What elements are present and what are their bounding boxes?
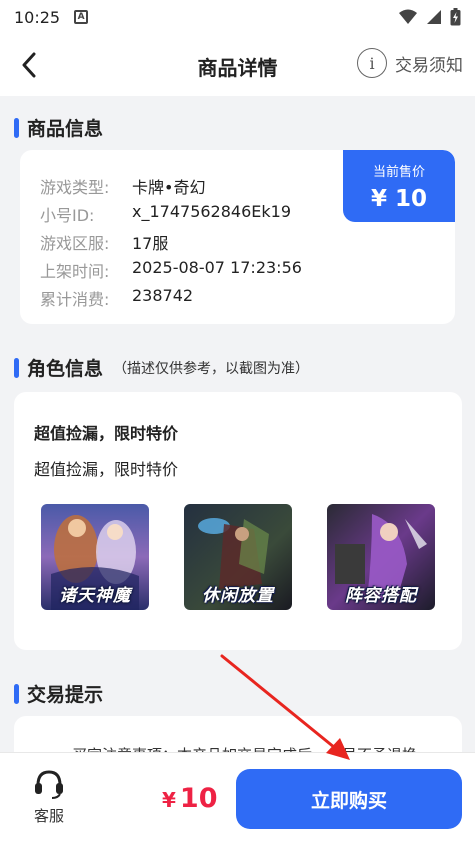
back-arrow-icon — [22, 52, 36, 78]
headset-icon — [35, 770, 63, 799]
role-section-note: （描述仅供参考，以截图为准） — [113, 360, 310, 377]
notification-a-icon: A — [74, 10, 89, 24]
screenshot-thumbnail[interactable]: 休闲放置 — [184, 504, 292, 610]
section-accent-bar — [14, 683, 19, 704]
customer-service-label: 客服 — [33, 807, 64, 825]
role-section-title: 角色信息 — [27, 358, 104, 380]
customer-service-button[interactable]: 客服 — [18, 767, 80, 833]
role-info-card: 超值捡漏，限时特价 超值捡漏，限时特价 诸天神魔 休闲放置 阵容搭配 — [14, 392, 462, 650]
info-row-game-type: 游戏类型: 卡牌•奇幻 — [40, 174, 205, 198]
trade-notice-label: 交易须知 — [395, 55, 463, 76]
thumbnail-caption: 休闲放置 — [202, 586, 274, 606]
info-row-total-spend: 累计消费: 238742 — [40, 286, 193, 310]
role-title: 超值捡漏，限时特价 — [34, 424, 179, 443]
price-badge-label: 当前售价 — [372, 165, 425, 180]
info-key: 累计消费: — [40, 290, 110, 309]
info-key: 小号ID: — [40, 206, 95, 225]
trade-section-title: 交易提示 — [27, 684, 104, 706]
price-badge-value: ¥ 10 — [370, 186, 428, 212]
info-value: x_1747562846Ek19 — [132, 202, 291, 221]
navbar: 商品详情 i 交易须知 — [0, 34, 475, 96]
status-bar: 10:25 A — [0, 0, 475, 34]
screenshot-thumbnail[interactable]: 阵容搭配 — [327, 504, 435, 610]
info-value: 卡牌•奇幻 — [132, 178, 206, 197]
buy-now-button[interactable]: 立即购买 — [236, 769, 462, 829]
section-accent-bar — [14, 357, 19, 378]
info-icon: i — [357, 48, 387, 78]
role-section-header: 角色信息 （描述仅供参考，以截图为准） — [14, 354, 309, 381]
battery-icon — [450, 8, 461, 26]
bottom-action-bar: 客服 ¥ 10 立即购买 — [0, 752, 475, 844]
info-row-listed-time: 上架时间: 2025-08-07 17:23:56 — [40, 258, 302, 282]
role-description: 超值捡漏，限时特价 — [34, 460, 179, 479]
info-key: 上架时间: — [40, 262, 110, 281]
info-row-server: 游戏区服: 17服 — [40, 230, 168, 254]
info-row-account-id: 小号ID: x_1747562846Ek19 — [40, 202, 291, 226]
info-value: 17服 — [132, 234, 169, 253]
product-info-card: 游戏类型: 卡牌•奇幻 小号ID: x_1747562846Ek19 游戏区服:… — [20, 150, 455, 324]
wifi-icon — [399, 9, 417, 24]
back-button[interactable] — [14, 50, 44, 80]
info-value: 2025-08-07 17:23:56 — [132, 258, 302, 277]
trade-notice-button[interactable]: i 交易须知 — [357, 48, 463, 78]
screenshot-thumbnail[interactable]: 诸天神魔 — [41, 504, 149, 610]
product-section-title: 商品信息 — [27, 118, 104, 140]
info-key: 游戏类型: — [40, 178, 110, 197]
section-accent-bar — [14, 117, 19, 138]
current-price-badge: 当前售价 ¥ 10 — [343, 150, 455, 222]
info-key: 游戏区服: — [40, 234, 110, 253]
currency-symbol: ¥ — [162, 788, 176, 812]
bottom-price: ¥ 10 — [162, 783, 218, 814]
info-value: 238742 — [132, 286, 194, 305]
status-time: 10:25 — [14, 7, 61, 27]
trade-section-header: 交易提示 — [14, 680, 103, 707]
status-icons — [398, 8, 461, 26]
thumbnail-caption: 诸天神魔 — [59, 586, 131, 606]
product-section-header: 商品信息 — [14, 114, 103, 141]
signal-icon — [427, 10, 441, 24]
price-value: 10 — [179, 783, 218, 814]
thumbnail-caption: 阵容搭配 — [345, 586, 417, 606]
